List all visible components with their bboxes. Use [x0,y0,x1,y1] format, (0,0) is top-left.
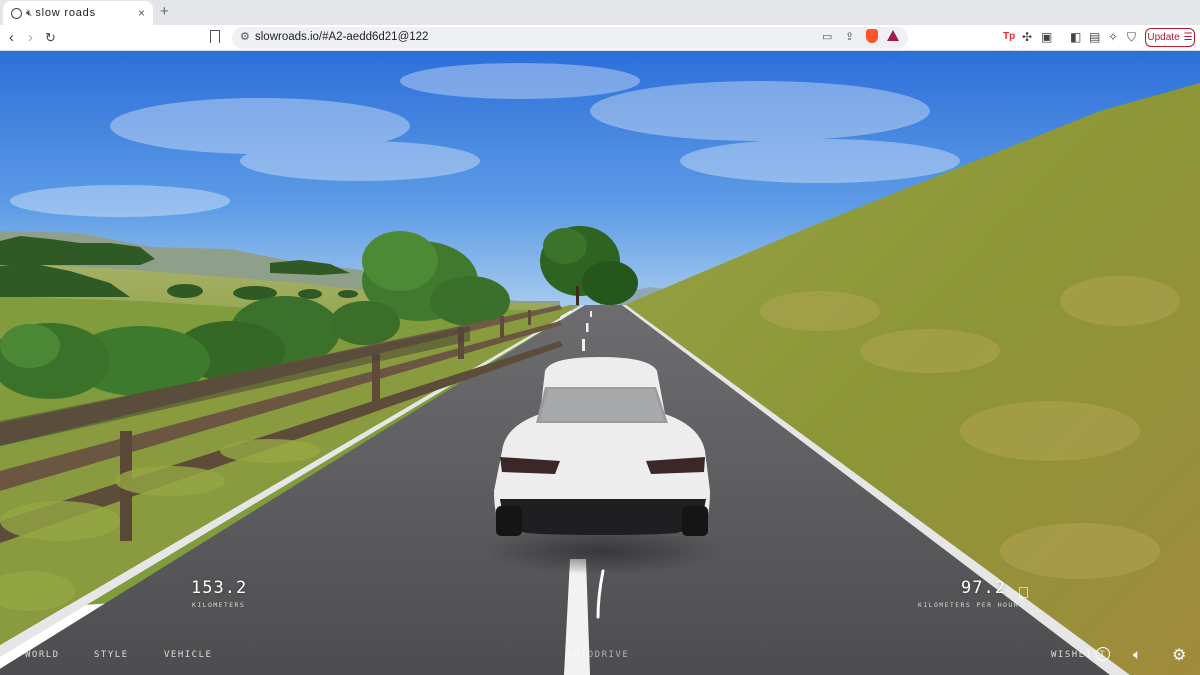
settings-gear-icon[interactable]: ⚙︎ [1172,645,1186,665]
share-icon[interactable]: ⇪ [845,30,854,43]
volume-icon[interactable]: 🔈︎ [1133,646,1141,663]
browser-tab[interactable]: 🔇︎ slow roads × [3,1,153,25]
mute-icon[interactable]: 🔇︎ [26,8,32,19]
cast-icon[interactable]: ▭ [822,30,832,43]
url-text[interactable]: slowroads.io/#A2-aedd6d21@122 [255,31,428,43]
vpn-icon[interactable]: ⛉ [1127,30,1136,44]
tab-close-button[interactable]: × [138,6,145,20]
tab-favicon-icon [11,7,22,19]
menu-icon: ☰ [1183,32,1193,43]
speed-unit: KILOMETERS PER HOUR [918,601,1019,609]
browser-toolbar: ‹ › ↻ ⚙︎ slowroads.io/#A2-aedd6d21@122 ▭… [0,25,1200,51]
forward-icon[interactable]: › [28,29,33,47]
sidebar-icon[interactable]: ◧ [1070,30,1081,44]
leo-ai-icon[interactable]: ✧ [1108,30,1118,44]
tp-extension-icon[interactable]: Tp [1003,30,1015,44]
game-viewport[interactable]: 153.2 KILOMETERS 97.2 KILOMETERS PER HOU… [0,51,1200,675]
distance-unit: KILOMETERS [192,601,246,609]
gear-indicator-icon [1019,587,1028,598]
tab-title: slow roads [35,7,96,19]
address-bar[interactable]: ⚙︎ slowroads.io/#A2-aedd6d21@122 ▭ ⇪ [232,27,908,49]
distance-value: 153.2 [191,578,248,598]
driving-scene [0,51,1200,675]
brave-shields-icon[interactable] [866,29,878,43]
update-label: Update [1147,32,1180,43]
back-icon[interactable]: ‹ [9,29,14,47]
bookmark-icon[interactable] [210,30,220,43]
tab-strip: 🔇︎ slow roads × + [0,0,1200,25]
new-tab-button[interactable]: + [160,3,169,20]
menu-vehicle[interactable]: VEHICLE [164,650,212,660]
brave-rewards-icon[interactable] [887,30,899,41]
extensions-icon[interactable]: ✣ [1022,30,1032,44]
menu-autodrive[interactable]: AUTODRIVE [567,650,629,660]
reader-icon[interactable]: ▣ [1041,30,1052,44]
site-settings-icon[interactable]: ⚙︎ [240,30,250,43]
speed-value: 97.2 [961,578,1006,598]
menu-style[interactable]: STYLE [94,650,129,660]
reload-icon[interactable]: ↻ [45,29,56,47]
menu-world[interactable]: WORLD [25,650,60,660]
update-button[interactable]: Update ☰ [1145,28,1195,47]
wallet-icon[interactable]: ▤ [1089,30,1100,44]
steam-icon[interactable] [1096,647,1110,661]
